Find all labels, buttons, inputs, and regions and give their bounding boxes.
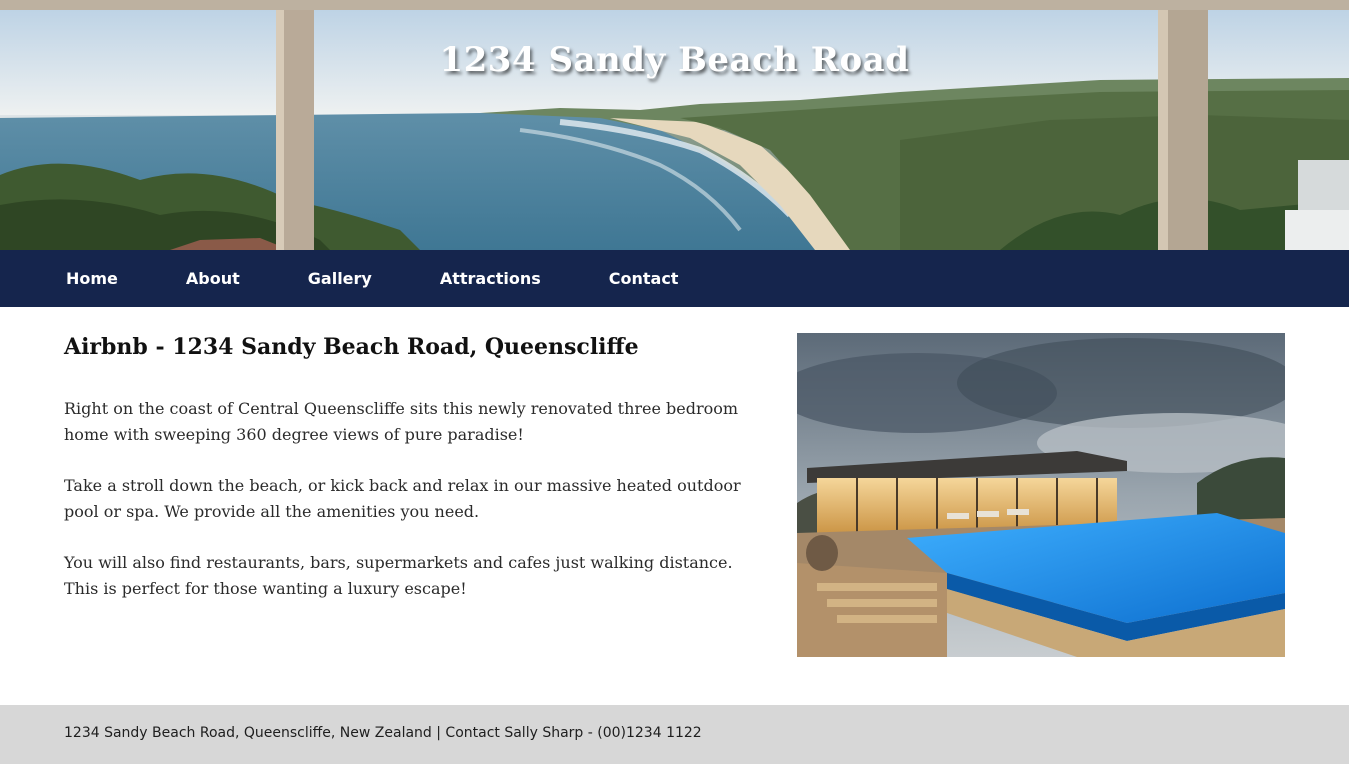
coastal-view-image: [0, 0, 1349, 250]
hero-banner: 1234 Sandy Beach Road: [0, 0, 1349, 250]
nav-item-gallery[interactable]: Gallery: [308, 269, 372, 288]
nav-item-contact[interactable]: Contact: [609, 269, 679, 288]
nav-item-about[interactable]: About: [186, 269, 240, 288]
page-title: Airbnb - 1234 Sandy Beach Road, Queenscl…: [64, 334, 639, 360]
site-footer: 1234 Sandy Beach Road, Queenscliffe, New…: [0, 705, 1349, 764]
description-section: Airbnb - 1234 Sandy Beach Road, Queenscl…: [64, 332, 769, 627]
main-navigation: Home About Gallery Attractions Contact: [0, 250, 1349, 307]
nav-item-home[interactable]: Home: [66, 269, 118, 288]
nav-item-attractions[interactable]: Attractions: [440, 269, 541, 288]
main-content: Airbnb - 1234 Sandy Beach Road, Queenscl…: [64, 332, 1285, 662]
description-paragraph-3: You will also find restaurants, bars, su…: [64, 553, 733, 598]
site-title: 1234 Sandy Beach Road: [439, 40, 910, 80]
description-paragraph-1: Right on the coast of Central Queensclif…: [64, 399, 739, 444]
footer-contact-text: 1234 Sandy Beach Road, Queenscliffe, New…: [64, 725, 702, 741]
description-paragraph-2: Take a stroll down the beach, or kick ba…: [64, 476, 741, 521]
pool-house-photo: [797, 333, 1285, 657]
